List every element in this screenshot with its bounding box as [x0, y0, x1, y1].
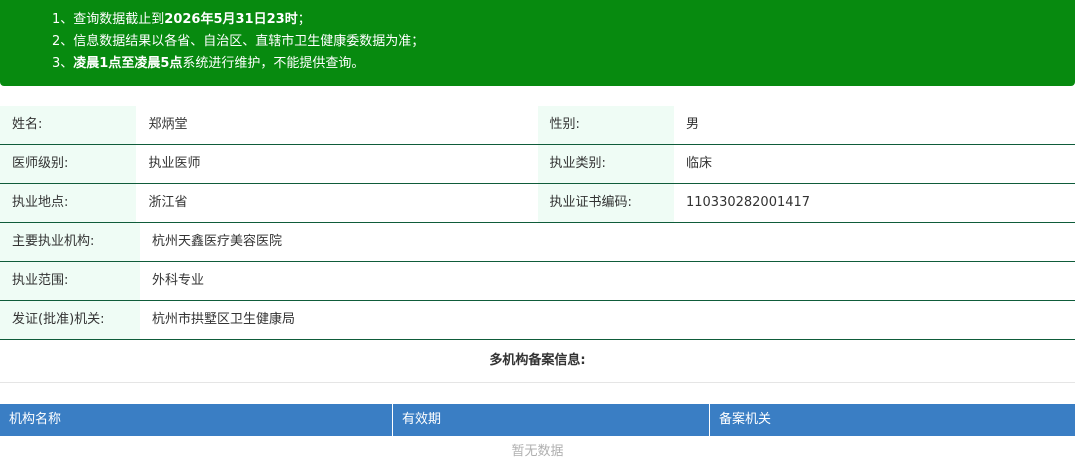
authority-label: 发证(批准)机关: [0, 301, 140, 339]
notice-line-2: 2、信息数据结果以各省、自治区、直辖市卫生健康委数据为准； [52, 34, 425, 49]
doctor-info-table: 姓名: 郑炳堂 性别: 男 医师级别: 执业医师 执业类别: 临床 执业地点: … [0, 106, 1075, 340]
notice-line-3: 3、凌晨1点至凌晨5点系统进行维护，不能提供查询。 [0, 53, 1075, 75]
location-label: 执业地点: [0, 184, 137, 222]
level-label: 医师级别: [0, 145, 137, 183]
table-empty-state: 暂无数据 [511, 444, 564, 459]
column-header-validity: 有效期 [393, 404, 710, 436]
info-row-scope: 执业范围: 外科专业 [0, 262, 1075, 301]
category-value: 临床 [685, 156, 712, 171]
table-header: 机构名称 有效期 备案机关 [0, 404, 1075, 436]
category-label: 执业类别: [537, 145, 674, 183]
notice-line-1-prefix: 1、查询数据截止到 [52, 12, 165, 27]
multi-institution-table: 机构名称 有效期 备案机关 暂无数据 [0, 404, 1075, 468]
cert-value: 110330282001417 [685, 195, 811, 210]
cert-label: 执业证书编码: [537, 184, 674, 222]
location-value: 浙江省 [148, 195, 188, 210]
multi-institution-title: 多机构备案信息: [0, 340, 1075, 383]
gender-value: 男 [685, 117, 699, 132]
gender-label: 性别: [537, 106, 674, 144]
notice-line-3-suffix: 系统进行维护，不能提供查询。 [182, 56, 365, 71]
notice-line-3-prefix: 3、 [52, 56, 74, 71]
institution-label: 主要执业机构: [0, 223, 140, 261]
column-header-authority: 备案机关 [719, 412, 772, 427]
name-label: 姓名: [0, 106, 137, 144]
notice-line-3-time: 凌晨1点至凌晨5点 [73, 56, 183, 71]
institution-value: 杭州天鑫医疗美容医院 [152, 234, 283, 249]
notice-line-1-date: 2026年5月31日23时 [164, 12, 298, 27]
level-value: 执业医师 [148, 156, 201, 171]
scope-label: 执业范围: [0, 262, 140, 300]
info-row-authority: 发证(批准)机关: 杭州市拱墅区卫生健康局 [0, 301, 1075, 340]
column-header-institution: 机构名称 [0, 404, 393, 436]
info-row-institution: 主要执业机构: 杭州天鑫医疗美容医院 [0, 223, 1075, 262]
info-row-location-cert: 执业地点: 浙江省 执业证书编码: 110330282001417 [0, 184, 1075, 223]
name-value: 郑炳堂 [148, 117, 188, 132]
notice-line-1: 1、查询数据截止到2026年5月31日23时； [0, 9, 1075, 31]
authority-value: 杭州市拱墅区卫生健康局 [152, 312, 296, 327]
info-row-level-category: 医师级别: 执业医师 执业类别: 临床 [0, 145, 1075, 184]
notice-banner: 1、查询数据截止到2026年5月31日23时； 2、信息数据结果以各省、自治区、… [0, 0, 1075, 86]
notice-line-1-suffix: ； [297, 12, 311, 27]
info-row-name-gender: 姓名: 郑炳堂 性别: 男 [0, 106, 1075, 145]
scope-value: 外科专业 [152, 273, 205, 288]
